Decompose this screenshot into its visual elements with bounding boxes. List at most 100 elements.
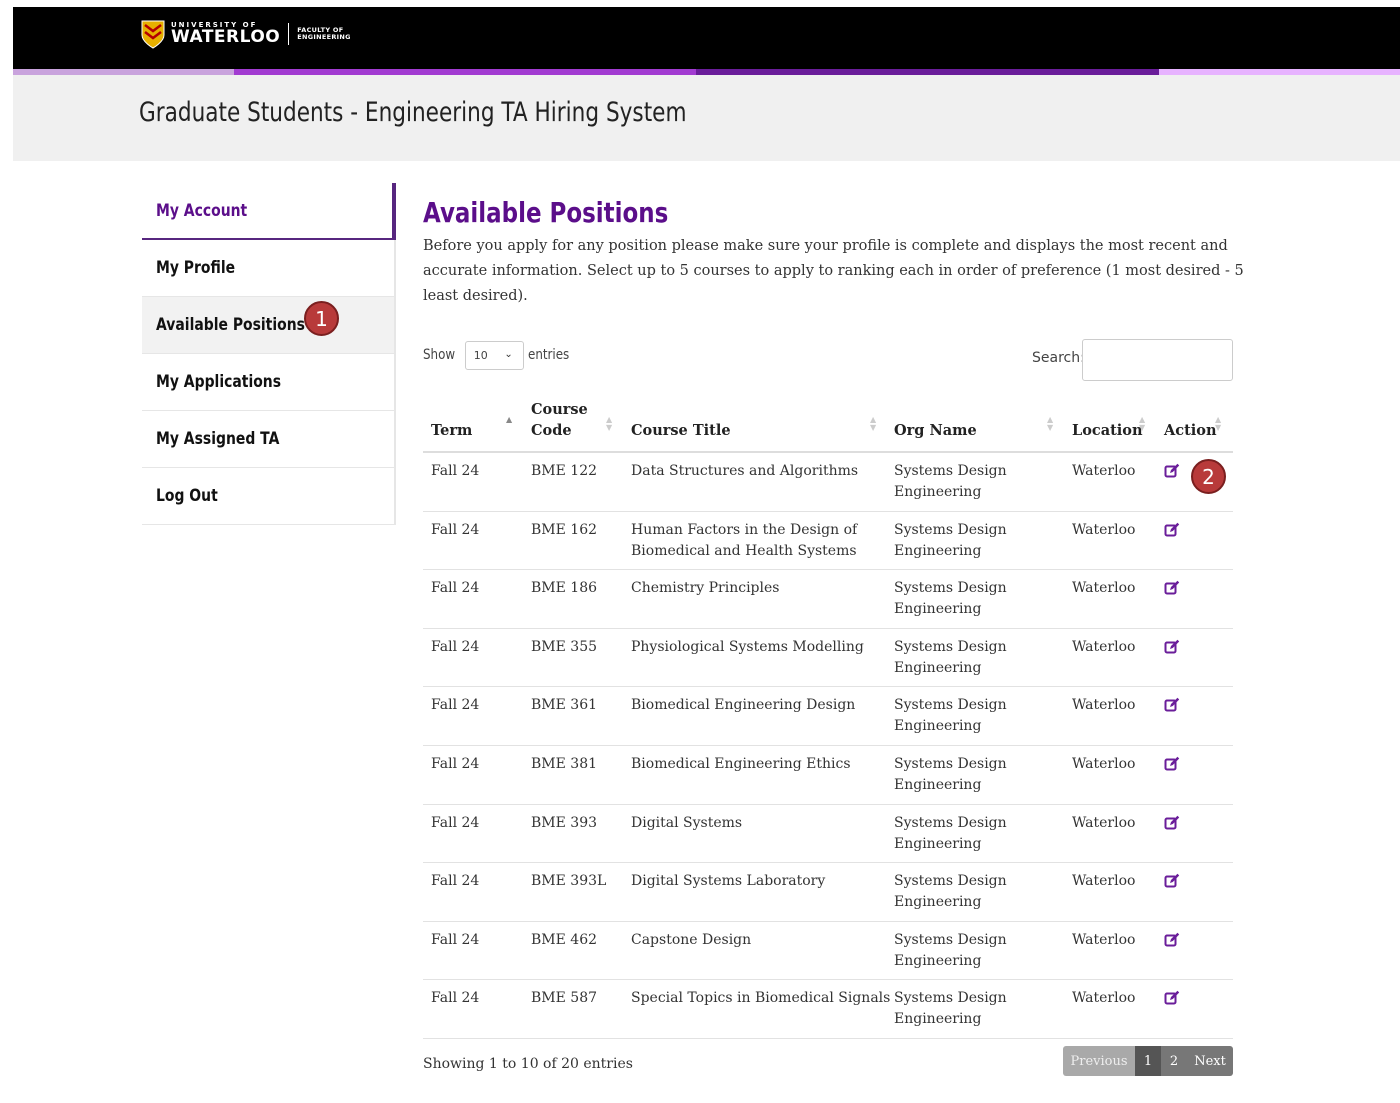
cell-course-title: Data Structures and Algorithms bbox=[631, 461, 858, 482]
cell-term: Fall 24 bbox=[431, 580, 480, 597]
cell-line: Systems Design bbox=[894, 521, 1007, 538]
cell-course-code: BME 393L bbox=[531, 873, 607, 890]
cell-course-code: BME 393 bbox=[531, 814, 598, 831]
column-header-location[interactable]: Location bbox=[1072, 420, 1143, 441]
logo-wordmark: UNIVERSITY OF WATERLOO bbox=[171, 22, 280, 46]
sort-icon: ▲ ▼ bbox=[1215, 415, 1222, 432]
sidebar-nav: My Account My Profile Available Position… bbox=[142, 183, 396, 525]
edit-apply-icon[interactable] bbox=[1164, 697, 1180, 713]
column-header-action[interactable]: Action bbox=[1164, 420, 1217, 441]
cell-line: Biomedical Engineering Design bbox=[631, 697, 856, 714]
cell-course-code: BME 587 bbox=[531, 990, 598, 1007]
cell-line: Engineering bbox=[894, 542, 982, 559]
sidebar-item-log-out[interactable]: Log Out bbox=[142, 468, 396, 525]
column-header-line: Course bbox=[531, 401, 588, 418]
sidebar-item-my-profile[interactable]: My Profile bbox=[142, 240, 396, 297]
sidebar-item-label: My Assigned TA bbox=[156, 429, 280, 449]
university-logo[interactable]: UNIVERSITY OF WATERLOO FACULTY OF ENGINE… bbox=[141, 17, 351, 51]
edit-apply-icon[interactable] bbox=[1164, 463, 1180, 479]
table-row: Fall 24 BME 381 Biomedical Engineering Eth… bbox=[423, 746, 1233, 805]
cell-location: Waterloo bbox=[1072, 931, 1136, 948]
sort-icon: ▲ ▼ bbox=[1139, 415, 1146, 432]
logo-faculty-line2: ENGINEERING bbox=[297, 33, 351, 41]
annotation-badge-1: 1 bbox=[304, 301, 339, 336]
cell-line: Chemistry Principles bbox=[631, 580, 780, 597]
column-header-course-code[interactable]: Course Code bbox=[531, 399, 588, 441]
cell-location: Waterloo bbox=[1072, 697, 1136, 714]
cell-location: Waterloo bbox=[1072, 873, 1136, 890]
cell-org-name: Systems Design Engineering bbox=[894, 813, 1007, 855]
sort-icon: ▲ ▼ bbox=[870, 415, 877, 432]
entries-select[interactable]: 10 ⌄ bbox=[464, 340, 524, 370]
column-header-course-title[interactable]: Course Title bbox=[631, 420, 731, 441]
cell-term: Fall 24 bbox=[431, 638, 480, 655]
edit-apply-icon[interactable] bbox=[1164, 639, 1180, 655]
cell-line: Systems Design bbox=[894, 697, 1007, 714]
annotation-badge-2: 2 bbox=[1191, 459, 1226, 494]
cell-term: Fall 24 bbox=[431, 931, 480, 948]
pagination-next-button[interactable]: Next bbox=[1187, 1046, 1233, 1076]
cell-location: Waterloo bbox=[1072, 638, 1136, 655]
chevron-down-icon: ⌄ bbox=[504, 348, 513, 360]
cell-course-title: Physiological Systems Modelling bbox=[631, 637, 864, 658]
sidebar-item-my-account[interactable]: My Account bbox=[142, 183, 396, 240]
cell-location: Waterloo bbox=[1072, 463, 1136, 479]
cell-line: Systems Design bbox=[894, 873, 1007, 890]
column-header-org-name[interactable]: Org Name bbox=[894, 420, 977, 441]
cell-line: Systems Design bbox=[894, 580, 1007, 597]
show-label: Show bbox=[423, 347, 456, 363]
column-header-term[interactable]: Term bbox=[431, 420, 472, 441]
cell-course-title: Chemistry Principles bbox=[631, 578, 779, 599]
table-row: Fall 24 BME 122 Data Structures and Algori… bbox=[423, 453, 1233, 512]
cell-line: Special Topics in Biomedical Signals bbox=[631, 990, 891, 1007]
cell-line: Engineering bbox=[894, 894, 982, 911]
pagination-previous-button[interactable]: Previous bbox=[1063, 1046, 1135, 1076]
cell-location: Waterloo bbox=[1072, 990, 1136, 1007]
pagination-page-2[interactable]: 2 bbox=[1161, 1046, 1187, 1076]
entries-length-control: Show 10 ⌄ entries bbox=[423, 340, 576, 370]
edit-apply-icon[interactable] bbox=[1164, 756, 1180, 772]
cell-line: Systems Design bbox=[894, 990, 1007, 1007]
cell-term: Fall 24 bbox=[431, 755, 480, 772]
cell-course-code: BME 162 bbox=[531, 521, 598, 538]
sidebar-item-my-applications[interactable]: My Applications bbox=[142, 354, 396, 411]
logo-big-text: WATERLOO bbox=[171, 27, 281, 47]
cell-line: Engineering bbox=[894, 718, 982, 735]
sidebar-item-available-positions[interactable]: Available Positions bbox=[142, 297, 396, 354]
cell-course-code: BME 122 bbox=[531, 463, 598, 479]
table-row: Fall 24 BME 462 Capstone Design Systems Des… bbox=[423, 922, 1233, 981]
cell-term: Fall 24 bbox=[431, 814, 480, 831]
cell-course-title: Biomedical Engineering Ethics bbox=[631, 754, 851, 775]
sort-asc-icon: ▲ bbox=[506, 415, 513, 424]
cell-line: Biomedical Engineering Ethics bbox=[631, 755, 851, 772]
pagination-page-1[interactable]: 1 bbox=[1135, 1046, 1161, 1076]
pagination: Previous 1 2 Next bbox=[1063, 1046, 1233, 1076]
sort-icon: ▲ ▼ bbox=[1047, 415, 1054, 432]
cell-org-name: Systems Design Engineering bbox=[894, 578, 1007, 620]
cell-line: Physiological Systems Modelling bbox=[631, 638, 864, 655]
cell-course-code: BME 462 bbox=[531, 931, 598, 948]
cell-org-name: Systems Design Engineering bbox=[894, 988, 1007, 1030]
edit-apply-icon[interactable] bbox=[1164, 990, 1180, 1006]
search-input[interactable] bbox=[1082, 339, 1233, 381]
sidebar-item-my-assigned-ta[interactable]: My Assigned TA bbox=[142, 411, 396, 468]
cell-course-title: Special Topics in Biomedical Signals bbox=[631, 988, 890, 1009]
table-row: Fall 24 BME 587 Special Topics in Biomedic… bbox=[423, 980, 1233, 1039]
cell-line: Engineering bbox=[894, 835, 982, 852]
cell-org-name: Systems Design Engineering bbox=[894, 754, 1007, 796]
section-title: Available Positions bbox=[423, 196, 669, 229]
cell-line: Systems Design bbox=[894, 814, 1007, 831]
cell-line: Engineering bbox=[894, 484, 982, 500]
cell-line: Data Structures and Algorithms bbox=[631, 463, 859, 479]
edit-apply-icon[interactable] bbox=[1164, 932, 1180, 948]
cell-course-title: Human Factors in the Design of Biomedical… bbox=[631, 520, 857, 562]
table-row: Fall 24 BME 162 Human Factors in the Desig… bbox=[423, 512, 1233, 571]
edit-apply-icon[interactable] bbox=[1164, 873, 1180, 889]
sidebar-item-label: Log Out bbox=[156, 486, 218, 506]
cell-org-name: Systems Design Engineering bbox=[894, 930, 1007, 972]
edit-apply-icon[interactable] bbox=[1164, 580, 1180, 596]
table-row: Fall 24 BME 393L Digital Systems Laborator… bbox=[423, 863, 1233, 922]
edit-apply-icon[interactable] bbox=[1164, 522, 1180, 538]
cell-line: Systems Design bbox=[894, 931, 1007, 948]
edit-apply-icon[interactable] bbox=[1164, 815, 1180, 831]
